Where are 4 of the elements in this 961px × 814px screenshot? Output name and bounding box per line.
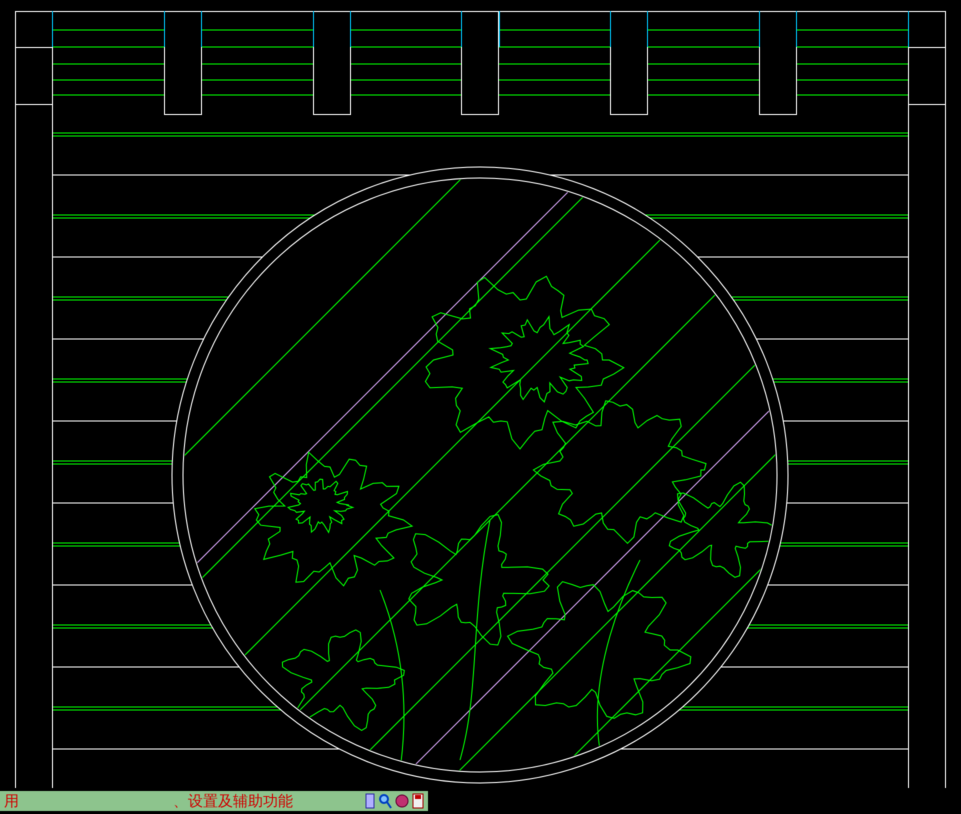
magnifier-icon: [378, 793, 392, 809]
status-text: 用: [4, 794, 19, 808]
status-text: 、设置及辅助功能: [173, 794, 293, 808]
document-icon: [412, 793, 424, 809]
